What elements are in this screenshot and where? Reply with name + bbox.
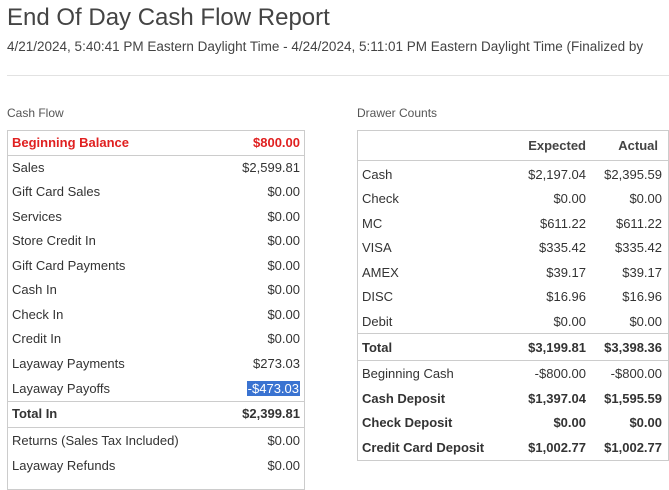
page-title: End Of Day Cash Flow Report	[7, 4, 330, 31]
actual-value: $1,595.59	[604, 391, 662, 406]
actual-value: $0.00	[629, 415, 662, 430]
row-label: Credit In	[12, 331, 62, 346]
expected-value: $0.00	[553, 415, 586, 430]
total-in-label: Total In	[12, 406, 58, 421]
expected-value: $0.00	[553, 191, 586, 206]
row-label: Gift Card Payments	[12, 258, 126, 273]
row-label: Layaway Payments	[12, 356, 125, 371]
beginning-balance-label: Beginning Balance	[12, 135, 130, 150]
row-label: Store Credit In	[12, 233, 96, 248]
row-divider	[8, 401, 304, 402]
row-value: $0.00	[267, 258, 300, 273]
row-value: $0.00	[267, 433, 300, 448]
row-label: Check	[362, 191, 399, 206]
row-divider	[358, 160, 668, 161]
actual-value: $0.00	[629, 191, 662, 206]
row-value: $273.03	[253, 356, 300, 371]
actual-value: $335.42	[615, 240, 662, 255]
row-label: Check In	[12, 307, 64, 322]
row-label: MC	[362, 216, 383, 231]
row-label: Cash In	[12, 282, 57, 297]
drawer-counts-heading: Drawer Counts	[357, 106, 438, 120]
row-label: Credit Card Deposit	[362, 440, 485, 455]
selected-value[interactable]: -$473.03	[246, 381, 300, 396]
row-label: Returns (Sales Tax Included)	[12, 433, 179, 448]
expected-value: $2,197.04	[528, 167, 586, 182]
expected-value: $0.00	[553, 314, 586, 329]
row-label: Debit	[362, 314, 393, 329]
row-label: Beginning Cash	[362, 366, 454, 381]
row-divider	[358, 333, 668, 334]
row-value: $0.00	[267, 331, 300, 346]
row-label: Layaway Payoffs	[12, 381, 111, 396]
expected-value: $39.17	[546, 265, 586, 280]
actual-header: Actual	[618, 138, 658, 153]
cash-flow-heading: Cash Flow	[7, 106, 64, 120]
row-label: VISA	[362, 240, 392, 255]
actual-value: $16.96	[622, 289, 662, 304]
actual-value: $1,002.77	[604, 440, 662, 455]
total-label: Total	[362, 340, 393, 355]
actual-value: $611.22	[615, 216, 662, 231]
row-value: $0.00	[267, 282, 300, 297]
expected-value: $16.96	[546, 289, 586, 304]
actual-value: $39.17	[622, 265, 662, 280]
drawer-counts-panel: Expected Actual Cash $2,197.04 $2,395.59…	[357, 130, 669, 461]
row-label: Cash Deposit	[362, 391, 446, 406]
row-value: $0.00	[267, 233, 300, 248]
expected-value: $1,002.77	[528, 440, 586, 455]
row-label: Gift Card Sales	[12, 184, 101, 199]
row-divider	[8, 155, 304, 156]
expected-header: Expected	[528, 138, 586, 153]
row-divider	[358, 360, 668, 361]
actual-value: $0.00	[629, 314, 662, 329]
row-value: $0.00	[267, 184, 300, 199]
row-label: Check Deposit	[362, 415, 453, 430]
row-label: Services	[12, 209, 62, 224]
row-value: $0.00	[267, 209, 300, 224]
expected-value: $335.42	[539, 240, 586, 255]
expected-value: -$800.00	[534, 366, 586, 381]
row-label: Sales	[12, 160, 45, 175]
actual-value: -$800.00	[610, 366, 662, 381]
row-value: $0.00	[267, 458, 300, 473]
row-label: AMEX	[362, 265, 399, 280]
beginning-balance-value: $800.00	[253, 135, 300, 150]
report-date-range: 4/21/2024, 5:40:41 PM Eastern Daylight T…	[7, 39, 644, 54]
row-value: $2,599.81	[242, 160, 300, 175]
row-value: $0.00	[267, 307, 300, 322]
actual-value: $2,395.59	[604, 167, 662, 182]
row-divider	[8, 427, 304, 428]
total-actual: $3,398.36	[604, 340, 662, 355]
total-expected: $3,199.81	[528, 340, 586, 355]
header-divider	[7, 75, 669, 76]
row-label: Cash	[362, 167, 393, 182]
cash-flow-panel: Beginning Balance $800.00 Sales $2,599.8…	[7, 130, 305, 490]
row-label: Layaway Refunds	[12, 458, 116, 473]
row-label: DISC	[362, 289, 394, 304]
expected-value: $611.22	[539, 216, 586, 231]
expected-value: $1,397.04	[528, 391, 586, 406]
total-in-value: $2,399.81	[242, 406, 300, 421]
